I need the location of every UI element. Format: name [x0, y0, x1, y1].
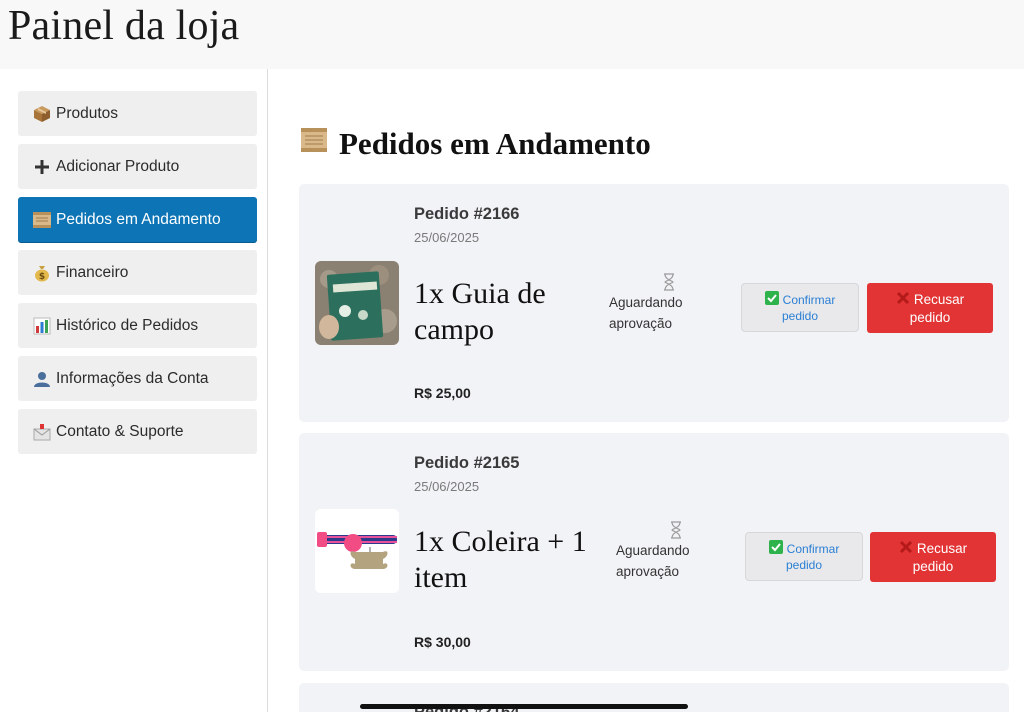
plus-icon [32, 159, 52, 175]
sidebar-item-pedidos-em-andamento[interactable]: Pedidos em Andamento [18, 197, 257, 242]
order-date: 25/06/2025 [414, 230, 480, 245]
sidebar-item-historico-de-pedidos[interactable]: Histórico de Pedidos [18, 303, 257, 348]
refuse-order-button[interactable]: Recusar pedido [867, 283, 993, 333]
package-icon [32, 105, 52, 123]
user-icon [32, 370, 52, 388]
check-icon [768, 540, 783, 558]
home-indicator [360, 704, 688, 709]
page-title: Pedidos em Andamento [299, 125, 651, 163]
sidebar-item-informacoes-da-conta[interactable]: Informações da Conta [18, 356, 257, 401]
product-thumbnail-field-guide [315, 261, 399, 345]
confirm-order-button[interactable]: Confirmar pedido [745, 532, 863, 581]
cross-icon [899, 540, 913, 558]
money-bag-icon: $ [32, 264, 52, 282]
sidebar: Produtos Adicionar Produto Pedidos em An… [7, 69, 268, 712]
hourglass-icon [670, 521, 682, 539]
sidebar-item-label: Histórico de Pedidos [56, 316, 199, 334]
store-panel-title: Painel da loja [8, 3, 240, 49]
sidebar-item-adicionar-produto[interactable]: Adicionar Produto [18, 144, 257, 189]
sidebar-item-contato-suporte[interactable]: Contato & Suporte [18, 409, 257, 454]
order-date: 25/06/2025 [414, 479, 480, 494]
confirm-order-button[interactable]: Confirmar pedido [741, 283, 859, 332]
sidebar-item-label: Contato & Suporte [56, 422, 184, 440]
order-price: R$ 25,00 [414, 385, 471, 401]
scroll-icon [32, 211, 52, 229]
sidebar-item-label: Pedidos em Andamento [56, 210, 221, 228]
product-thumbnail-collar [315, 509, 399, 593]
sidebar-item-label: Informações da Conta [56, 369, 209, 387]
sidebar-item-produtos[interactable]: Produtos [18, 91, 257, 136]
check-icon [764, 291, 779, 309]
order-number: Pedido #2165 [414, 454, 520, 472]
cross-icon [896, 291, 910, 309]
svg-text:$: $ [39, 272, 45, 282]
order-status: Aguardando aprovação [609, 295, 683, 331]
order-price: R$ 30,00 [414, 634, 471, 650]
sidebar-item-label: Produtos [56, 104, 119, 122]
sidebar-item-label: Adicionar Produto [56, 157, 180, 175]
sidebar-item-financeiro[interactable]: $ Financeiro [18, 250, 257, 295]
order-status: Aguardando aprovação [616, 543, 690, 579]
page-title-text: Pedidos em Andamento [339, 126, 651, 161]
order-item: 1x Coleira + 1 item [414, 525, 587, 594]
hourglass-icon [663, 273, 675, 291]
order-card: Pedido #2165 25/06/2025 1x Coleira + 1 i… [299, 433, 1009, 671]
sidebar-item-label: Financeiro [56, 263, 129, 281]
bar-chart-icon [32, 317, 52, 335]
scroll-icon [299, 125, 329, 163]
top-header: Painel da loja [0, 0, 1024, 69]
refuse-order-button[interactable]: Recusar pedido [870, 532, 996, 582]
envelope-icon [32, 423, 52, 441]
order-item: 1x Guia de campo [414, 277, 546, 346]
order-number: Pedido #2166 [414, 205, 520, 223]
main-content: Pedidos em Andamento Pedido #2166 25/06/… [269, 69, 1024, 712]
order-card: Pedido #2166 25/06/2025 1x Guia de campo… [299, 184, 1009, 422]
